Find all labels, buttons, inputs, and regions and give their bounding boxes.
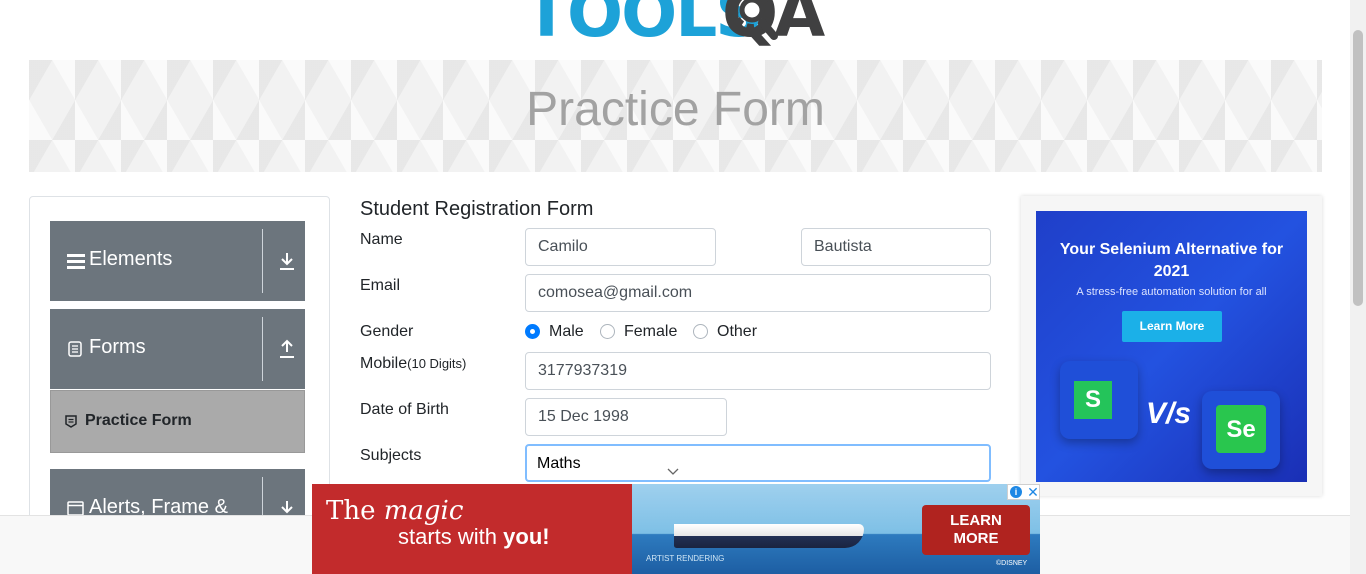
window-icon [67,501,84,516]
email-label: Email [360,277,401,294]
form-icon [65,415,77,428]
gender-other-label[interactable]: Other [717,323,757,341]
mobile-label-text: Mobile [360,355,408,372]
ad-line-1a: The [326,496,384,526]
vertical-scrollbar[interactable] [1350,0,1366,574]
ad-subtitle: A stress-free automation solution for al… [1076,286,1267,298]
last-name-field[interactable]: Bautista [801,228,991,266]
gear-icon [730,0,778,40]
ad-tile-right: Se [1202,391,1280,469]
mobile-label: Mobile(10 Digits) [360,355,466,373]
info-icon[interactable]: i [1010,486,1022,498]
ad-button-line-1: LEARN [950,512,1002,529]
gender-female-radio[interactable] [600,324,615,339]
upload-arrow-icon[interactable] [278,339,296,359]
scrollbar-thumb[interactable] [1353,30,1363,306]
ad-tile-left-logo: S [1074,381,1112,419]
download-arrow-icon[interactable] [278,251,296,271]
page: TOOLS QA Practice Form Elements Forms Pr… [0,0,1366,574]
ad-copyright: ©DISNEY [996,560,1028,567]
chevron-down-icon[interactable] [667,468,679,476]
ad-tile-left: S [1060,361,1138,439]
gender-female-label[interactable]: Female [624,323,677,341]
close-icon[interactable]: ✕ [1026,485,1040,499]
toolsqa-logo[interactable]: TOOLS QA [524,0,844,50]
gender-other-radio[interactable] [693,324,708,339]
hamburger-icon [67,254,85,269]
page-banner: Practice Form [29,60,1322,172]
gender-male-label[interactable]: Male [549,323,584,341]
bottom-ad[interactable]: The magic starts with you! ARTIST RENDER… [312,484,1040,574]
ad-caption: ARTIST RENDERING [646,554,725,563]
ad-learn-more-button[interactable]: Learn More [1122,311,1222,342]
sidebar-item-practice-form[interactable]: Practice Form [50,390,305,453]
gender-label: Gender [360,323,414,340]
ad-line-2a: starts with [398,524,504,549]
document-icon [68,341,82,357]
dob-label: Date of Birth [360,401,449,418]
date-of-birth-field[interactable]: 15 Dec 1998 [525,398,727,436]
first-name-field[interactable]: Camilo [525,228,716,266]
ad-line-1: The magic [326,496,463,526]
subjects-input[interactable]: Maths [525,444,991,482]
right-ad[interactable]: Your Selenium Alternative for 2021 A str… [1036,211,1307,482]
ad-learn-more-button[interactable]: LEARN MORE [922,505,1030,555]
email-field[interactable]: comosea@gmail.com [525,274,991,312]
gender-male-radio[interactable] [525,324,540,339]
sidebar-group-forms[interactable]: Forms [50,309,305,389]
mobile-field[interactable]: 3177937319 [525,352,991,390]
ad-button-line-2: MORE [953,530,999,547]
ad-line-2b: you! [503,524,550,549]
ad-tile-right-logo: Se [1216,405,1266,453]
cruise-ship-image [674,524,864,548]
group-divider [262,229,263,293]
group-divider [262,317,263,381]
sidebar-group-elements[interactable]: Elements [50,221,305,301]
ad-text-panel: The magic starts with you! [312,484,632,574]
ad-line-2: starts with you! [398,524,550,550]
ad-vs-text: V/s [1146,397,1192,430]
page-title: Practice Form [526,83,825,136]
name-label: Name [360,231,403,248]
subjects-label: Subjects [360,447,422,464]
adchoices-badge[interactable]: i ✕ [1007,484,1040,500]
form-title: Student Registration Form [360,198,594,220]
sidebar-group-label: Forms [89,336,146,358]
mobile-hint: (10 Digits) [407,356,467,371]
sidebar-group-label: Elements [89,248,173,270]
ad-headline: Your Selenium Alternative for 2021 [1059,241,1284,280]
sidebar-item-label: Practice Form [85,412,192,429]
ad-line-1b: magic [383,496,464,526]
